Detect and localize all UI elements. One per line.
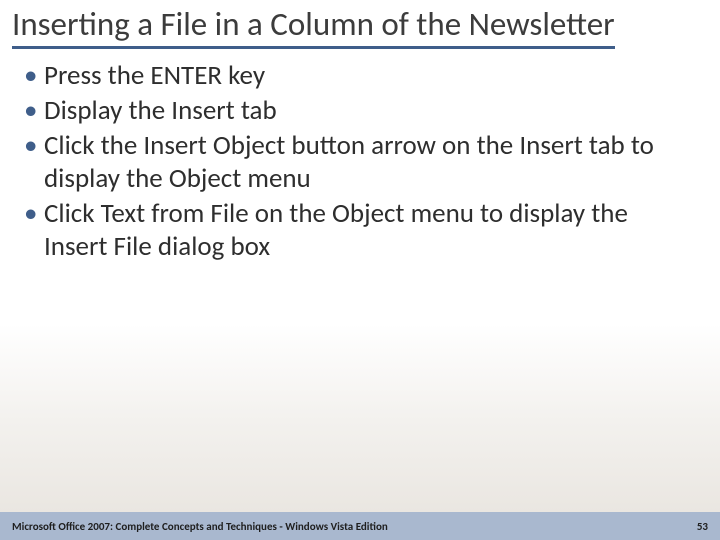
slide-title: Inserting a File in a Column of the News… [12,4,615,49]
list-item: Click Text from File on the Object menu … [20,198,696,264]
body-block: Press the ENTER key Display the Insert t… [0,44,720,264]
list-item: Display the Insert tab [20,95,696,128]
slide: Inserting a File in a Column of the News… [0,0,720,540]
list-item: Click the Insert Object button arrow on … [20,130,696,196]
bullet-list: Press the ENTER key Display the Insert t… [20,60,696,264]
title-block: Inserting a File in a Column of the News… [0,0,720,44]
page-number: 53 [697,520,708,533]
footer-text: Microsoft Office 2007: Complete Concepts… [12,520,388,533]
list-item: Press the ENTER key [20,60,696,93]
footer-bar: Microsoft Office 2007: Complete Concepts… [0,512,720,540]
